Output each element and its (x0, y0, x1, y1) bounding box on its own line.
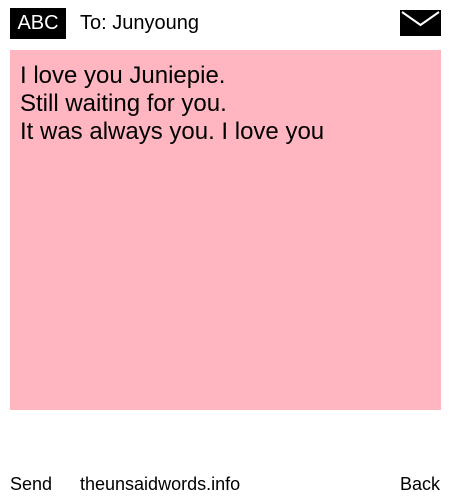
message-line: I love you Juniepie. (20, 62, 226, 89)
message-body[interactable]: I love you Juniepie. Still waiting for y… (10, 50, 441, 410)
back-button[interactable]: Back (400, 473, 440, 495)
compose-header: ABC To: Junyoung (0, 0, 450, 44)
input-mode-badge: ABC (10, 8, 66, 39)
message-line: Still waiting for you. (20, 90, 227, 117)
envelope-icon[interactable] (400, 10, 441, 36)
message-line: It was always you. I love you (20, 118, 325, 145)
recipient-label: To: Junyoung (80, 12, 199, 34)
site-link[interactable]: theunsaidwords.info (80, 473, 240, 495)
send-button[interactable]: Send (10, 473, 52, 495)
